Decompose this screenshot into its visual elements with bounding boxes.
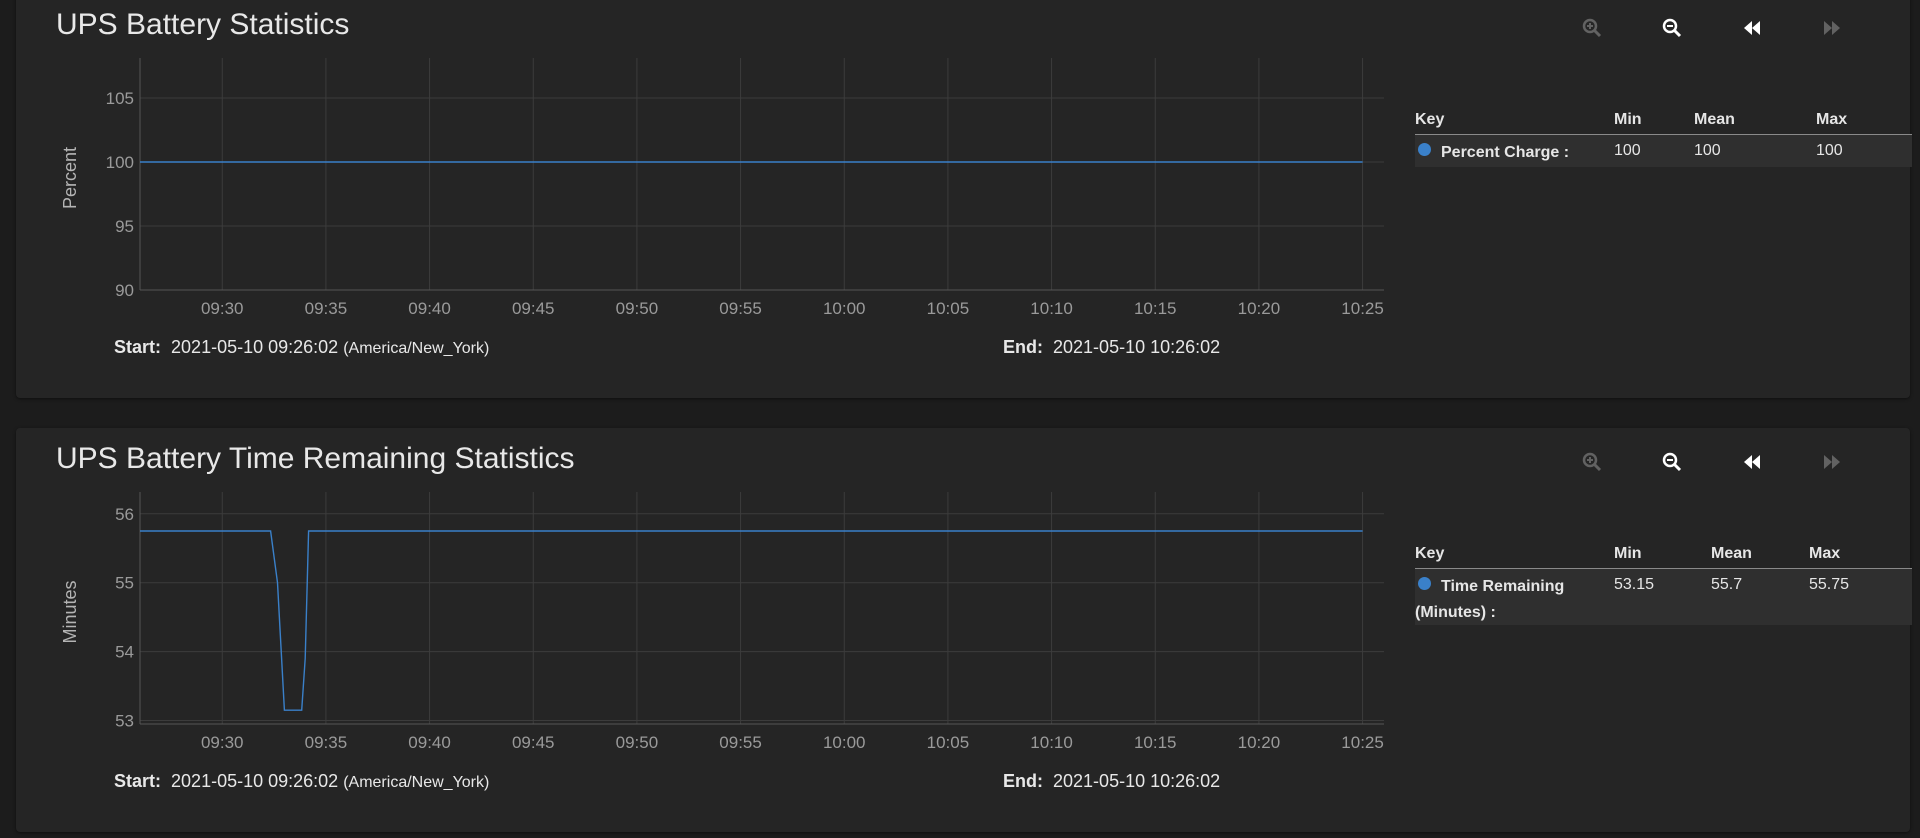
y-tick-label: 95 <box>115 217 134 236</box>
time-remaining-chart: 53 54 55 56 09:30 09:35 09:40 09:45 09:50 09:55 10… <box>60 492 1384 752</box>
step-back-button[interactable] <box>1732 12 1772 44</box>
x-tick-label: 09:40 <box>408 733 451 752</box>
zoom-out-button[interactable] <box>1652 446 1692 478</box>
time-remaining-panel: UPS Battery Time Remaining Statistics 53… <box>16 428 1912 832</box>
x-tick-label: 10:00 <box>823 733 866 752</box>
legend-header: Key Min Mean Max <box>1415 108 1912 135</box>
step-back-icon <box>1744 21 1760 35</box>
series-mean: 55.7 <box>1711 576 1743 593</box>
legend-max-header: Max <box>1809 545 1841 562</box>
y-axis-label: Minutes <box>60 580 80 643</box>
legend-table: Key Min Mean Max Percent Charge : 100 10… <box>1415 108 1912 167</box>
x-tick-label: 09:55 <box>719 733 762 752</box>
range-end: End: 2021-05-10 10:26:02 <box>1003 337 1220 358</box>
series-mean: 100 <box>1694 142 1721 159</box>
series-max: 55.75 <box>1809 576 1850 593</box>
x-tick-label: 10:10 <box>1030 733 1073 752</box>
legend-min-header: Min <box>1614 111 1642 128</box>
zoom-out-icon <box>1662 18 1682 38</box>
step-forward-button[interactable] <box>1812 446 1852 478</box>
series-name: Percent Charge : <box>1441 144 1570 161</box>
legend-header: Min Key Mean Max <box>1415 542 1912 569</box>
y-axis-label: Percent <box>60 147 80 209</box>
series-line <box>140 530 1363 711</box>
y-tick-label: 100 <box>106 153 134 172</box>
legend-mean-header: Mean <box>1694 111 1735 128</box>
x-tick-label: 10:05 <box>927 299 970 318</box>
timezone: (America/New_York) <box>343 340 490 357</box>
x-tick-label: 09:40 <box>408 299 451 318</box>
end-label: End: <box>1003 337 1043 357</box>
x-tick-label: 09:35 <box>305 733 348 752</box>
x-tick-label: 09:45 <box>512 733 555 752</box>
zoom-in-button[interactable] <box>1572 12 1612 44</box>
series-max: 100 <box>1816 142 1843 159</box>
legend-min-header: Min <box>1614 545 1642 562</box>
step-forward-icon <box>1824 21 1840 35</box>
zoom-out-icon <box>1662 452 1682 472</box>
legend-max-header: Max <box>1816 111 1848 128</box>
y-tick-label: 53 <box>115 712 134 731</box>
legend-key-header: Key <box>1415 111 1445 128</box>
y-tick-label: 55 <box>115 574 134 593</box>
x-tick-label: 09:55 <box>719 299 762 318</box>
x-tick-label: 09:50 <box>616 733 659 752</box>
end-value: 2021-05-10 10:26:02 <box>1053 337 1221 357</box>
x-tick-label: 09:30 <box>201 733 244 752</box>
x-tick-label: 10:15 <box>1134 733 1177 752</box>
step-back-button[interactable] <box>1732 446 1772 478</box>
legend-row[interactable]: Time Remaining (Minutes) : 53.15 55.7 55… <box>1415 569 1912 625</box>
series-name: Time Remaining (Minutes) : <box>1415 578 1565 621</box>
x-tick-label: 09:45 <box>512 299 555 318</box>
legend-mean-header: Mean <box>1711 545 1752 562</box>
series-min: 100 <box>1614 142 1641 159</box>
start-label: Start: <box>114 337 162 357</box>
zoom-in-icon <box>1582 18 1602 38</box>
battery-stats-panel: UPS Battery Statistics 90 95 100 105 09:30 09… <box>16 0 1912 398</box>
zoom-in-icon <box>1582 452 1602 472</box>
x-tick-label: 09:50 <box>616 299 659 318</box>
x-tick-label: 10:20 <box>1238 733 1281 752</box>
x-tick-label: 10:25 <box>1341 733 1384 752</box>
range-end: End: 2021-05-10 10:26:02 <box>1003 771 1220 792</box>
step-forward-button[interactable] <box>1812 12 1852 44</box>
percent-charge-chart: 90 95 100 105 09:30 09:35 09:40 09:45 09:50 09:55… <box>60 58 1384 318</box>
y-tick-label: 54 <box>115 643 134 662</box>
series-color-dot <box>1418 143 1431 156</box>
x-tick-label: 10:10 <box>1030 299 1073 318</box>
y-tick-label: 105 <box>106 89 134 108</box>
start-label: Start: <box>114 771 162 791</box>
start-value: 2021-05-10 09:26:02 <box>171 771 339 791</box>
range-start: Start: 2021-05-10 09:26:02 (America/New_… <box>114 771 489 792</box>
timezone: (America/New_York) <box>343 774 490 791</box>
zoom-out-button[interactable] <box>1652 12 1692 44</box>
step-forward-icon <box>1824 455 1840 469</box>
x-tick-label: 09:30 <box>201 299 244 318</box>
x-tick-label: 10:00 <box>823 299 866 318</box>
y-tick-label: 56 <box>115 505 134 524</box>
zoom-in-button[interactable] <box>1572 446 1612 478</box>
legend-key-header: Key <box>1415 545 1445 562</box>
end-label: End: <box>1003 771 1043 791</box>
x-tick-label: 10:20 <box>1238 299 1281 318</box>
chart-toolbar <box>1572 12 1920 44</box>
panel-title: UPS Battery Time Remaining Statistics <box>56 442 575 475</box>
y-tick-label: 90 <box>115 281 134 300</box>
range-start: Start: 2021-05-10 09:26:02 (America/New_… <box>114 337 489 358</box>
end-value: 2021-05-10 10:26:02 <box>1053 771 1221 791</box>
x-tick-label: 10:05 <box>927 733 970 752</box>
panel-title: UPS Battery Statistics <box>56 8 350 41</box>
chart-toolbar <box>1572 446 1920 478</box>
legend-row[interactable]: Percent Charge : 100 100 100 <box>1415 135 1912 167</box>
x-tick-label: 10:15 <box>1134 299 1177 318</box>
legend-table: Min Key Mean Max Time Remaining (Minutes… <box>1415 542 1912 625</box>
series-min: 53.15 <box>1614 576 1655 593</box>
x-tick-label: 09:35 <box>305 299 348 318</box>
start-value: 2021-05-10 09:26:02 <box>171 337 339 357</box>
x-tick-label: 10:25 <box>1341 299 1384 318</box>
step-back-icon <box>1744 455 1760 469</box>
